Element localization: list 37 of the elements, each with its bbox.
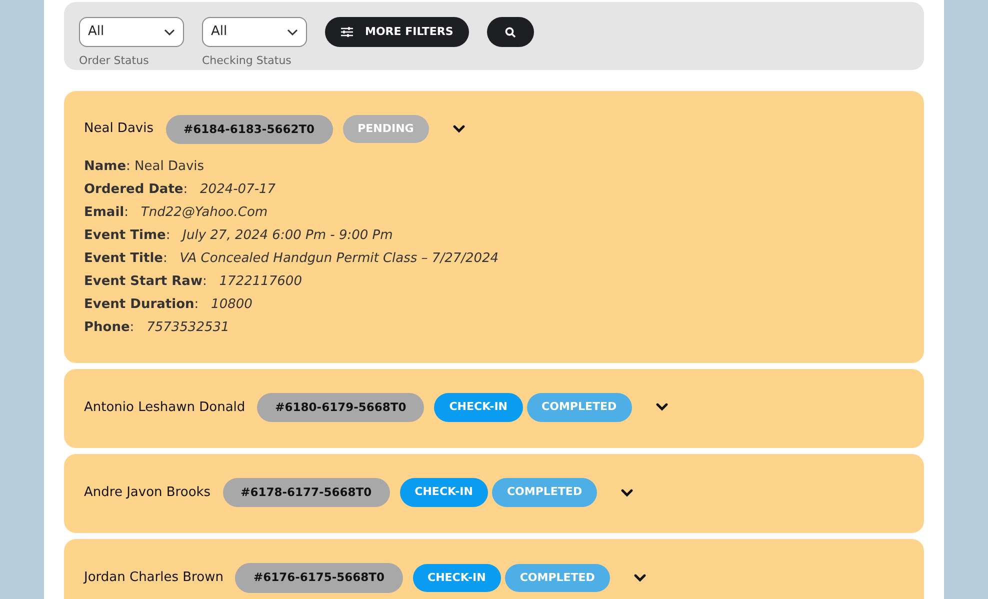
search-button[interactable] xyxy=(487,17,534,47)
detail-line: Event Title: VA Concealed Handgun Permit Class – 7/27/2024 xyxy=(84,250,499,266)
field-label: Order Status xyxy=(79,53,150,69)
customer-name: Neal Davis xyxy=(84,120,154,138)
status-badge: CHECK-IN xyxy=(400,478,488,507)
field-label: Checking Status xyxy=(202,53,292,69)
chevron-icon xyxy=(287,28,298,36)
detail-line: Email: Tnd22@Yahoo.Com xyxy=(84,204,268,220)
status-badge: CHECK-IN xyxy=(412,564,501,592)
status-badge: COMPLETED xyxy=(526,393,632,422)
sliders-icon xyxy=(341,27,353,37)
select-field[interactable]: All xyxy=(79,17,184,47)
status-badge: COMPLETED xyxy=(492,478,598,507)
search-icon xyxy=(505,26,516,38)
status-badge: COMPLETED xyxy=(504,564,610,592)
status-badge: CHECK-IN xyxy=(434,393,523,422)
order-number: #6178-6177-5668T0 xyxy=(222,478,390,508)
detail-line: Event Start Raw: 1722117600 xyxy=(84,274,302,289)
chevron-icon[interactable] xyxy=(452,125,465,134)
chevron-icon[interactable] xyxy=(634,574,646,582)
order-number: #6180-6179-5668T0 xyxy=(257,392,424,422)
detail-line: Ordered Date: 2024-07-17 xyxy=(84,182,276,197)
customer-name: Andre Javon Brooks xyxy=(84,484,211,502)
detail-line: Name: Neal Davis xyxy=(84,158,204,174)
detail-line: Event Duration: 10800 xyxy=(84,296,252,312)
chevron-icon xyxy=(164,28,175,36)
detail-line: Phone: 7573532531 xyxy=(84,320,230,335)
customer-name: Antonio Leshawn Donald xyxy=(84,398,246,417)
order-number: #6184-6183-5662T0 xyxy=(166,114,333,144)
order-number: #6176-6175-5668T0 xyxy=(235,563,403,592)
chevron-icon[interactable] xyxy=(621,488,634,497)
customer-name: Jordan Charles Brown xyxy=(84,569,224,588)
chevron-icon[interactable] xyxy=(656,403,668,412)
more-filters-button[interactable]: MORE FILTERS xyxy=(325,17,470,47)
detail-line: Event Time: July 27, 2024 6:00 Pm - 9:00 Pm xyxy=(84,228,393,243)
status-badge: PENDING xyxy=(342,114,429,144)
select-field[interactable]: All xyxy=(202,17,307,47)
